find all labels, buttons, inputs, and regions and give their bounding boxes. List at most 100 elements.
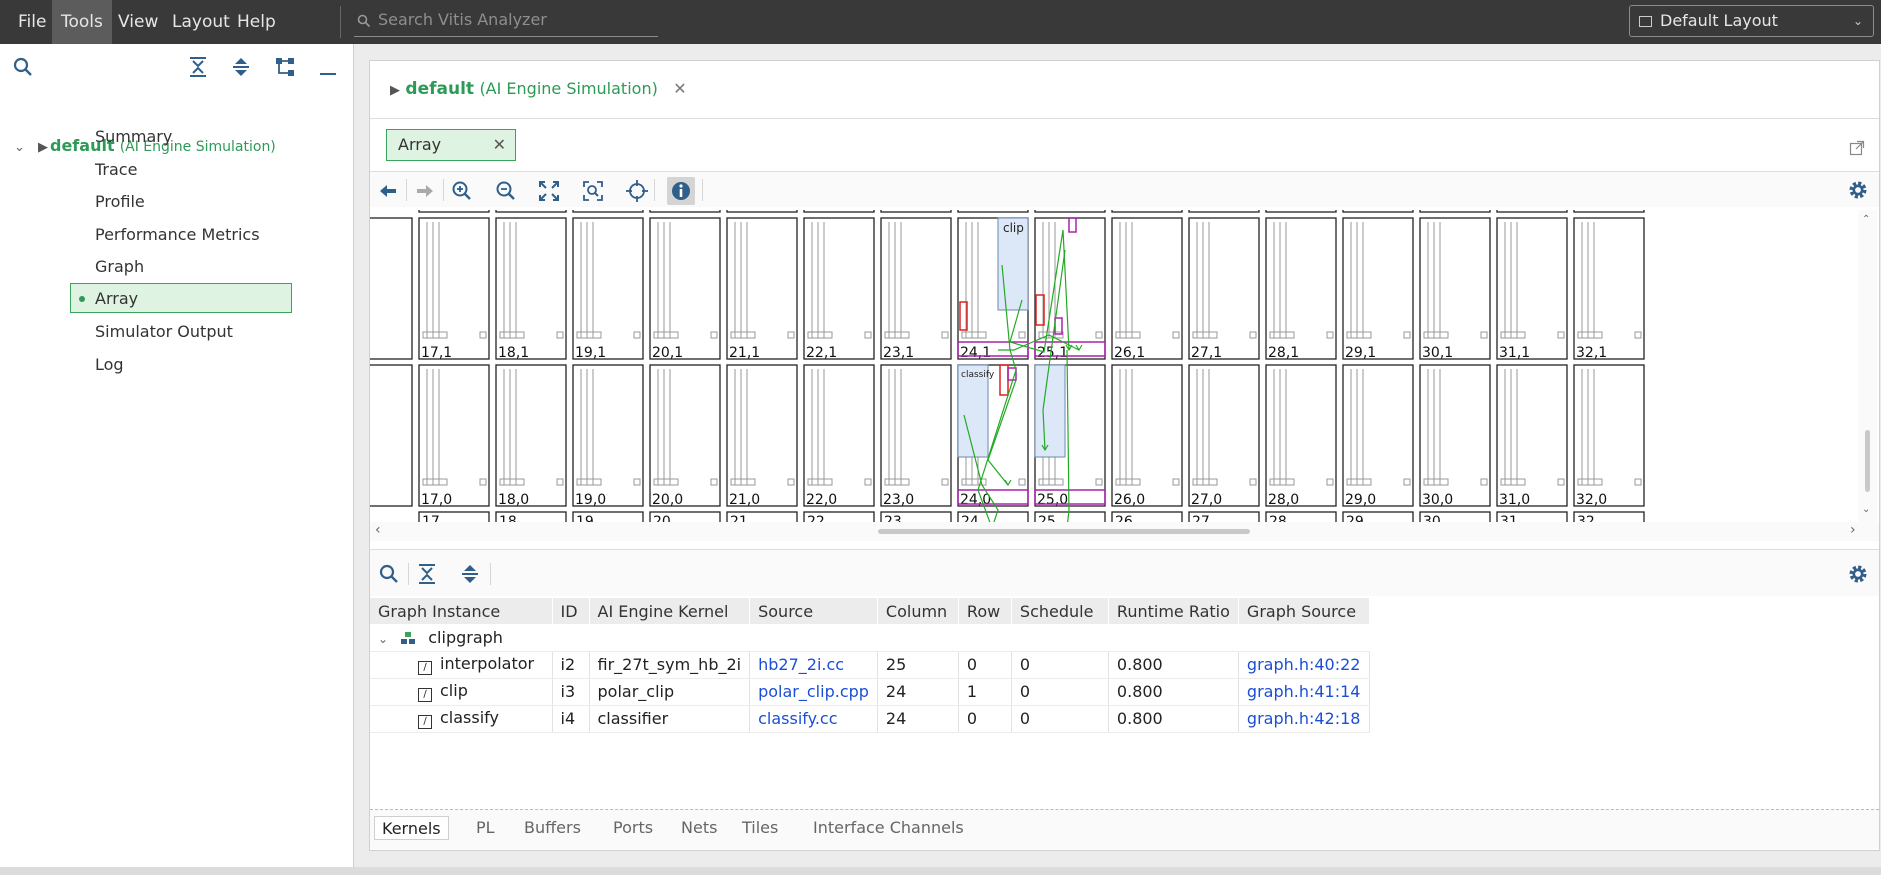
- tab-array[interactable]: Array ✕: [386, 129, 516, 161]
- bottom-tab-bar: Kernels PL Buffers Ports Nets Tiles Inte…: [370, 809, 1879, 849]
- popout-icon[interactable]: [1849, 140, 1865, 156]
- expand-all-icon[interactable]: [457, 561, 483, 587]
- table-row[interactable]: ∕ classify i4 classifier classify.cc 24 0…: [370, 705, 1370, 733]
- nav-item-graph[interactable]: Graph: [70, 252, 292, 282]
- column-header[interactable]: Column: [877, 598, 959, 624]
- column-header[interactable]: Source: [749, 598, 878, 624]
- center-icon[interactable]: [623, 177, 651, 205]
- column-header[interactable]: Graph Source: [1238, 598, 1370, 624]
- zoom-out-icon[interactable]: [492, 177, 520, 205]
- hierarchy-icon[interactable]: [272, 54, 298, 80]
- horizontal-scrollbar[interactable]: ‹ ›: [370, 522, 1879, 541]
- cell-instance: classify: [440, 708, 499, 727]
- table-row[interactable]: ∕ clip i3 polar_clip polar_clip.cpp 24 1 …: [370, 678, 1370, 706]
- expand-all-icon[interactable]: [228, 54, 254, 80]
- collapse-all-icon[interactable]: [185, 54, 211, 80]
- minimize-icon[interactable]: [315, 54, 341, 80]
- tab-interface-channels[interactable]: Interface Channels: [807, 816, 970, 840]
- menu-file[interactable]: File: [18, 0, 46, 44]
- layout-select[interactable]: Default Layout ⌄: [1629, 5, 1874, 37]
- chevron-left-icon[interactable]: ‹: [375, 522, 381, 538]
- tile-label-partial: 28: [1269, 514, 1287, 522]
- array-tile-top-partial: [803, 210, 875, 213]
- column-header[interactable]: AI Engine Kernel: [589, 598, 751, 624]
- tab-buffers[interactable]: Buffers: [518, 816, 587, 840]
- nav-item-log[interactable]: Log: [70, 350, 292, 380]
- global-search-input[interactable]: Search Vitis Analyzer: [354, 7, 658, 37]
- tile-label: 32,1: [1576, 345, 1607, 361]
- table-row[interactable]: ∕ interpolator i2 fir_27t_sym_hb_2i hb27_…: [370, 651, 1370, 679]
- document-subtitle: (AI Engine Simulation): [479, 79, 658, 98]
- table-toolbar: [370, 550, 1879, 596]
- chevron-right-icon[interactable]: ›: [1850, 522, 1856, 538]
- kernel-file-icon: ∕: [418, 661, 432, 675]
- toolbar-separator: [654, 179, 655, 201]
- array-canvas[interactable]: 17,1 17,0 17 18,1 18,0 18 19,1 19,0 19 20,1 20,0 20…: [370, 210, 1856, 522]
- tile-label: 31,1: [1499, 345, 1530, 361]
- cell-graph-source-link[interactable]: graph.h:42:18: [1238, 705, 1370, 733]
- cell-source-link[interactable]: classify.cc: [749, 705, 878, 733]
- collapse-all-icon[interactable]: [414, 561, 440, 587]
- search-icon[interactable]: [10, 54, 36, 80]
- cell-kernel: polar_clip: [589, 678, 751, 706]
- menu-tools[interactable]: Tools: [52, 0, 112, 44]
- cell-column: 24: [877, 705, 959, 733]
- table-header-row: Graph Instance ID AI Engine Kernel Sourc…: [370, 598, 1370, 624]
- column-header[interactable]: Row: [958, 598, 1012, 624]
- nav-item-profile[interactable]: Profile: [70, 187, 292, 217]
- column-header[interactable]: ID: [552, 598, 590, 624]
- search-icon[interactable]: [376, 561, 402, 587]
- column-header[interactable]: Runtime Ratio: [1108, 598, 1239, 624]
- array-tile-top-partial: [1496, 210, 1568, 213]
- cell-graph-source-link[interactable]: graph.h:40:22: [1238, 651, 1370, 679]
- tile-label: 32,0: [1576, 492, 1607, 508]
- nav-item-array[interactable]: Array: [70, 283, 292, 313]
- tab-tiles[interactable]: Tiles: [736, 816, 784, 840]
- array-tile-top-partial: [1111, 210, 1183, 213]
- tile-label: 26,0: [1114, 492, 1145, 508]
- cell-graph-source-link[interactable]: graph.h:41:14: [1238, 678, 1370, 706]
- tab-pl[interactable]: PL: [470, 816, 501, 840]
- nav-item-summary[interactable]: Summary: [70, 122, 292, 152]
- nav-item-performance-metrics[interactable]: Performance Metrics: [70, 220, 292, 250]
- array-diagram[interactable]: 17,1 17,0 17 18,1 18,0 18 19,1 19,0 19 20,1 20,0 20…: [370, 210, 1856, 522]
- tile-label: 29,1: [1345, 345, 1376, 361]
- cell-source-link[interactable]: hb27_2i.cc: [749, 651, 878, 679]
- menu-help[interactable]: Help: [237, 0, 276, 44]
- tab-nets[interactable]: Nets: [675, 816, 723, 840]
- close-icon[interactable]: ✕: [493, 130, 506, 160]
- close-icon[interactable]: ✕: [673, 79, 686, 98]
- chevron-down-icon[interactable]: ⌄: [14, 140, 25, 155]
- cell-ratio: 0.800: [1108, 678, 1239, 706]
- gear-icon[interactable]: [1847, 179, 1869, 201]
- back-icon[interactable]: [374, 177, 402, 205]
- gear-icon[interactable]: [1847, 563, 1869, 585]
- table-group-row[interactable]: ⌄ clipgraph: [370, 624, 1370, 652]
- zoom-in-icon[interactable]: [448, 177, 476, 205]
- cell-instance: interpolator: [440, 654, 535, 673]
- layout-select-value: Default Layout: [1660, 11, 1778, 30]
- column-header[interactable]: Graph Instance: [370, 598, 553, 624]
- cell-source-link[interactable]: polar_clip.cpp: [749, 678, 878, 706]
- cell-row: 0: [958, 651, 1012, 679]
- menu-view[interactable]: View: [118, 0, 158, 44]
- fit-icon[interactable]: [535, 177, 563, 205]
- nav-item-simulator-output[interactable]: Simulator Output: [70, 317, 292, 347]
- forward-icon[interactable]: [411, 177, 439, 205]
- menu-layout[interactable]: Layout: [172, 0, 230, 44]
- run-icon: ▶: [38, 140, 48, 155]
- nav-item-trace[interactable]: Trace: [70, 155, 292, 185]
- chevron-down-icon[interactable]: ⌄: [1862, 504, 1870, 515]
- column-header[interactable]: Schedule: [1011, 598, 1109, 624]
- horizontal-scroll-thumb[interactable]: [878, 529, 1250, 534]
- tile-label: 30,1: [1422, 345, 1453, 361]
- zoom-fit-selection-icon[interactable]: [579, 177, 607, 205]
- tile-label: 25,1: [1037, 345, 1068, 361]
- tab-ports[interactable]: Ports: [607, 816, 659, 840]
- chevron-down-icon[interactable]: ⌄: [378, 632, 388, 646]
- vertical-scrollbar[interactable]: ⌃ ⌄: [1858, 210, 1877, 522]
- info-icon[interactable]: [667, 177, 695, 205]
- chevron-up-icon[interactable]: ⌃: [1862, 214, 1870, 225]
- tab-kernels[interactable]: Kernels: [374, 816, 449, 840]
- vertical-scroll-thumb[interactable]: [1865, 430, 1870, 492]
